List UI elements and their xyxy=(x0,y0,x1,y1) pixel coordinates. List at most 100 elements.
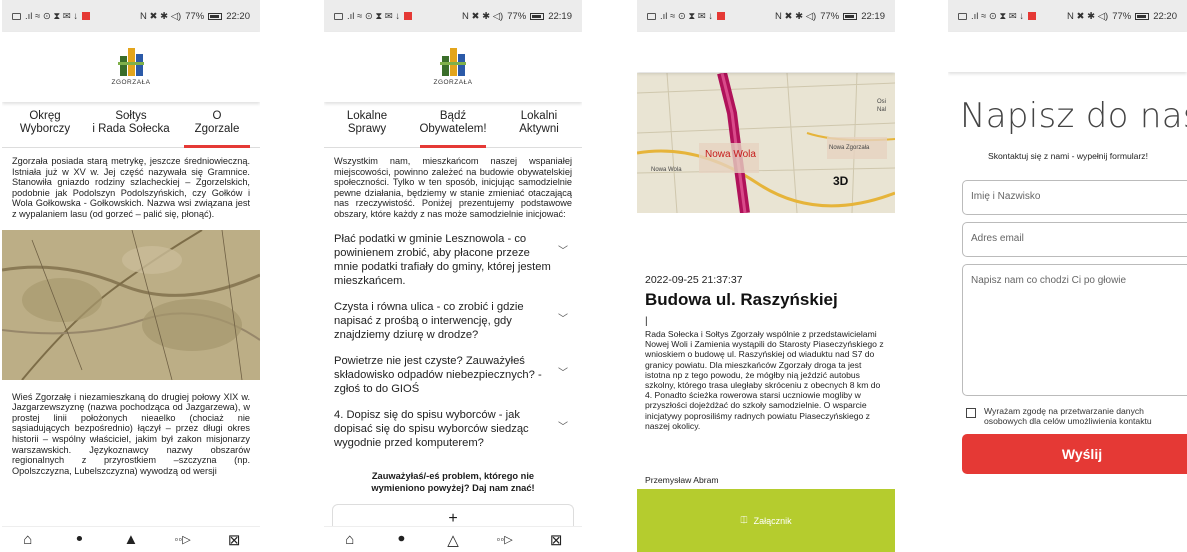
page-subtitle: Skontaktuj się z nami - wypełnij formula… xyxy=(988,151,1148,161)
contact-header xyxy=(948,32,1187,72)
name-field[interactable]: Imię i Nazwisko xyxy=(962,180,1187,215)
message-field[interactable]: Napisz nam co chodzi Ci po głowie xyxy=(962,264,1187,396)
send-button[interactable]: Wyślij xyxy=(962,434,1187,474)
header-logo: ZGORZAŁA xyxy=(2,32,260,102)
chevron-down-icon: ﹀ xyxy=(558,313,568,325)
tab-soltys[interactable]: Sołtys i Rada Sołecka xyxy=(88,102,174,147)
battery-icon xyxy=(530,12,545,20)
clock: 22:20 xyxy=(226,10,250,22)
status-bar: .ıl ≈ ⊙ ⧗ ✉ ↓ N ✖ ✱ ◁) 77% 22:19 xyxy=(637,0,895,32)
tab-bar: Lokalne Sprawy Bądź Obywatelem! Lokalni … xyxy=(324,102,582,148)
consent-row: Wyrażam zgodę na przetwarzanie danych os… xyxy=(966,406,1152,426)
map-label: Nal xyxy=(877,107,886,113)
sim-icon xyxy=(647,12,656,20)
header-logo: ZGORZAŁA xyxy=(324,32,582,102)
buildings-icon[interactable]: ▲ xyxy=(119,531,143,548)
accordion-question: Powietrze nie jest czyste? Zauważyłeś sk… xyxy=(334,354,542,395)
tab-o-zgorzale[interactable]: O Zgorzale xyxy=(174,102,260,148)
people-icon[interactable]: ꔷ xyxy=(67,531,91,548)
battery-icon xyxy=(843,12,858,20)
tab-okreg-wyborczy[interactable]: Okręg Wyborczy xyxy=(2,102,88,147)
nfc-icon: N ✖ ✱ ◁) xyxy=(1067,10,1109,22)
chevron-down-icon: ﹀ xyxy=(558,367,568,379)
historic-map-image xyxy=(2,229,260,380)
phone-screen-citizen: .ıl ≈ ⊙ ⧗ ✉ ↓ N ✖ ✱ ◁) 77% 22:19 ZGORZAŁA … xyxy=(324,0,582,552)
phone-screen-article: .ıl ≈ ⊙ ⧗ ✉ ↓ N ✖ ✱ ◁) 77% 22:19 Nowa Wola… xyxy=(637,0,895,552)
accordion-question: Czysta i równa ulica - co zrobić i gdzie… xyxy=(334,300,524,341)
home-icon[interactable]: ⌂ xyxy=(16,531,40,548)
map-label: Nowa Wola xyxy=(705,149,756,160)
text-cursor: | xyxy=(645,316,648,327)
battery-icon xyxy=(1135,12,1150,20)
tab-badz-obywatelem[interactable]: Bądź Obywatelem! xyxy=(410,102,496,148)
nfc-icon: N ✖ ✱ ◁) xyxy=(462,10,504,22)
accordion-question: 4. Dopisz się do spisu wyborców - jak do… xyxy=(334,408,529,449)
notification-icon xyxy=(717,12,726,20)
signal-icon: .ıl ≈ ⊙ ⧗ ✉ ↓ xyxy=(347,10,401,22)
article-header xyxy=(637,32,895,72)
map-label: Nowa Zgorzała xyxy=(829,145,870,151)
megaphone-icon[interactable]: ◦◦▷ xyxy=(171,533,195,546)
battery-percent: 77% xyxy=(185,10,205,22)
logo-name: ZGORZAŁA xyxy=(433,79,473,86)
logo-icon xyxy=(118,48,144,76)
accordion-question: Płać podatki w gminie Lesznowola - co po… xyxy=(334,232,551,287)
page-title: Napisz do nas! xyxy=(960,96,1187,136)
article-body: Rada Sołecka i Sołtys Zgorzały wspólnie … xyxy=(645,329,884,431)
map-label: Nowa Wola xyxy=(651,167,682,173)
logo-name: ZGORZAŁA xyxy=(111,79,151,86)
accordion-item[interactable]: 4. Dopisz się do spisu wyborców - jak do… xyxy=(324,408,582,450)
article-author: Przemysław Abram xyxy=(645,475,719,485)
attachment-label: Załącznik xyxy=(753,515,792,526)
consent-checkbox[interactable] xyxy=(966,408,976,418)
battery-percent: 77% xyxy=(1112,10,1132,22)
bottom-nav: ⌂ ꔷ △ ◦◦▷ ⊠ xyxy=(324,526,582,552)
home-icon[interactable]: ⌂ xyxy=(338,531,362,548)
accordion-item[interactable]: Powietrze nie jest czyste? Zauważyłeś sk… xyxy=(324,354,582,396)
map-label: Osi xyxy=(877,99,886,105)
map-3d-button: 3D xyxy=(833,174,849,188)
name-placeholder: Imię i Nazwisko xyxy=(971,191,1041,202)
battery-icon xyxy=(208,12,223,20)
phone-screen-contact: .ıl ≈ ⊙ ⧗ ✉ ↓ N ✖ ✱ ◁) 77% 22:20 Napisz do… xyxy=(948,0,1187,552)
history-paragraph-2: Wieś Zgorzałę i niezamieszkaną do drugie… xyxy=(12,391,250,476)
bottom-nav: ⌂ ꔷ ▲ ◦◦▷ ⊠ xyxy=(2,526,260,552)
email-placeholder: Adres email xyxy=(971,233,1024,244)
article-title: Budowa ul. Raszyńskiej xyxy=(645,290,838,309)
people-icon[interactable]: ꔷ xyxy=(389,531,413,548)
mail-icon[interactable]: ⊠ xyxy=(544,531,568,549)
message-placeholder: Napisz nam co chodzi Ci po głowie xyxy=(971,275,1127,286)
nfc-icon: N ✖ ✱ ◁) xyxy=(140,10,182,22)
signal-icon: .ıl ≈ ⊙ ⧗ ✉ ↓ xyxy=(25,10,79,22)
megaphone-icon[interactable]: ◦◦▷ xyxy=(493,533,517,546)
paperclip-icon: ⎅ xyxy=(740,515,748,525)
status-bar: .ıl ≈ ⊙ ⧗ ✉ ↓ N ✖ ✱ ◁) 77% 22:19 xyxy=(324,0,582,32)
article-map-image: Nowa Wola Nowa Wola Nowa Zgorzała Osi Na… xyxy=(637,73,895,213)
chevron-down-icon: ﹀ xyxy=(558,245,568,257)
signal-icon: .ıl ≈ ⊙ ⧗ ✉ ↓ xyxy=(660,10,714,22)
sim-icon xyxy=(958,12,967,20)
tab-lokalne-sprawy[interactable]: Lokalne Sprawy xyxy=(324,102,410,147)
accordion-item[interactable]: Płać podatki w gminie Lesznowola - co po… xyxy=(324,232,582,288)
consent-label: Wyrażam zgodę na przetwarzanie danych os… xyxy=(984,406,1152,426)
signal-icon: .ıl ≈ ⊙ ⧗ ✉ ↓ xyxy=(971,10,1025,22)
report-problem-text: Zauważyłaś/-eś problem, którego nie wymi… xyxy=(371,470,535,493)
intro-text: Wszystkim nam, mieszkańcom naszej wspani… xyxy=(334,156,572,219)
logo-icon xyxy=(440,48,466,76)
tab-lokalni-aktywni[interactable]: Lokalni Aktywni xyxy=(496,102,582,147)
clock: 22:19 xyxy=(861,10,885,22)
article-date: 2022-09-25 21:37:37 xyxy=(645,274,743,286)
mail-icon[interactable]: ⊠ xyxy=(222,531,246,549)
nfc-icon: N ✖ ✱ ◁) xyxy=(775,10,817,22)
notification-icon xyxy=(404,12,413,20)
email-field[interactable]: Adres email xyxy=(962,222,1187,257)
notification-icon xyxy=(1028,12,1037,20)
attachment-button[interactable]: ⎅ Załącznik xyxy=(637,489,895,552)
battery-percent: 77% xyxy=(507,10,527,22)
accordion-item[interactable]: Czysta i równa ulica - co zrobić i gdzie… xyxy=(324,300,582,342)
status-bar: .ıl ≈ ⊙ ⧗ ✉ ↓ N ✖ ✱ ◁) 77% 22:20 xyxy=(948,0,1187,32)
sim-icon xyxy=(334,12,343,20)
clock: 22:20 xyxy=(1153,10,1177,22)
buildings-icon[interactable]: △ xyxy=(441,531,465,549)
sim-icon xyxy=(12,12,21,20)
